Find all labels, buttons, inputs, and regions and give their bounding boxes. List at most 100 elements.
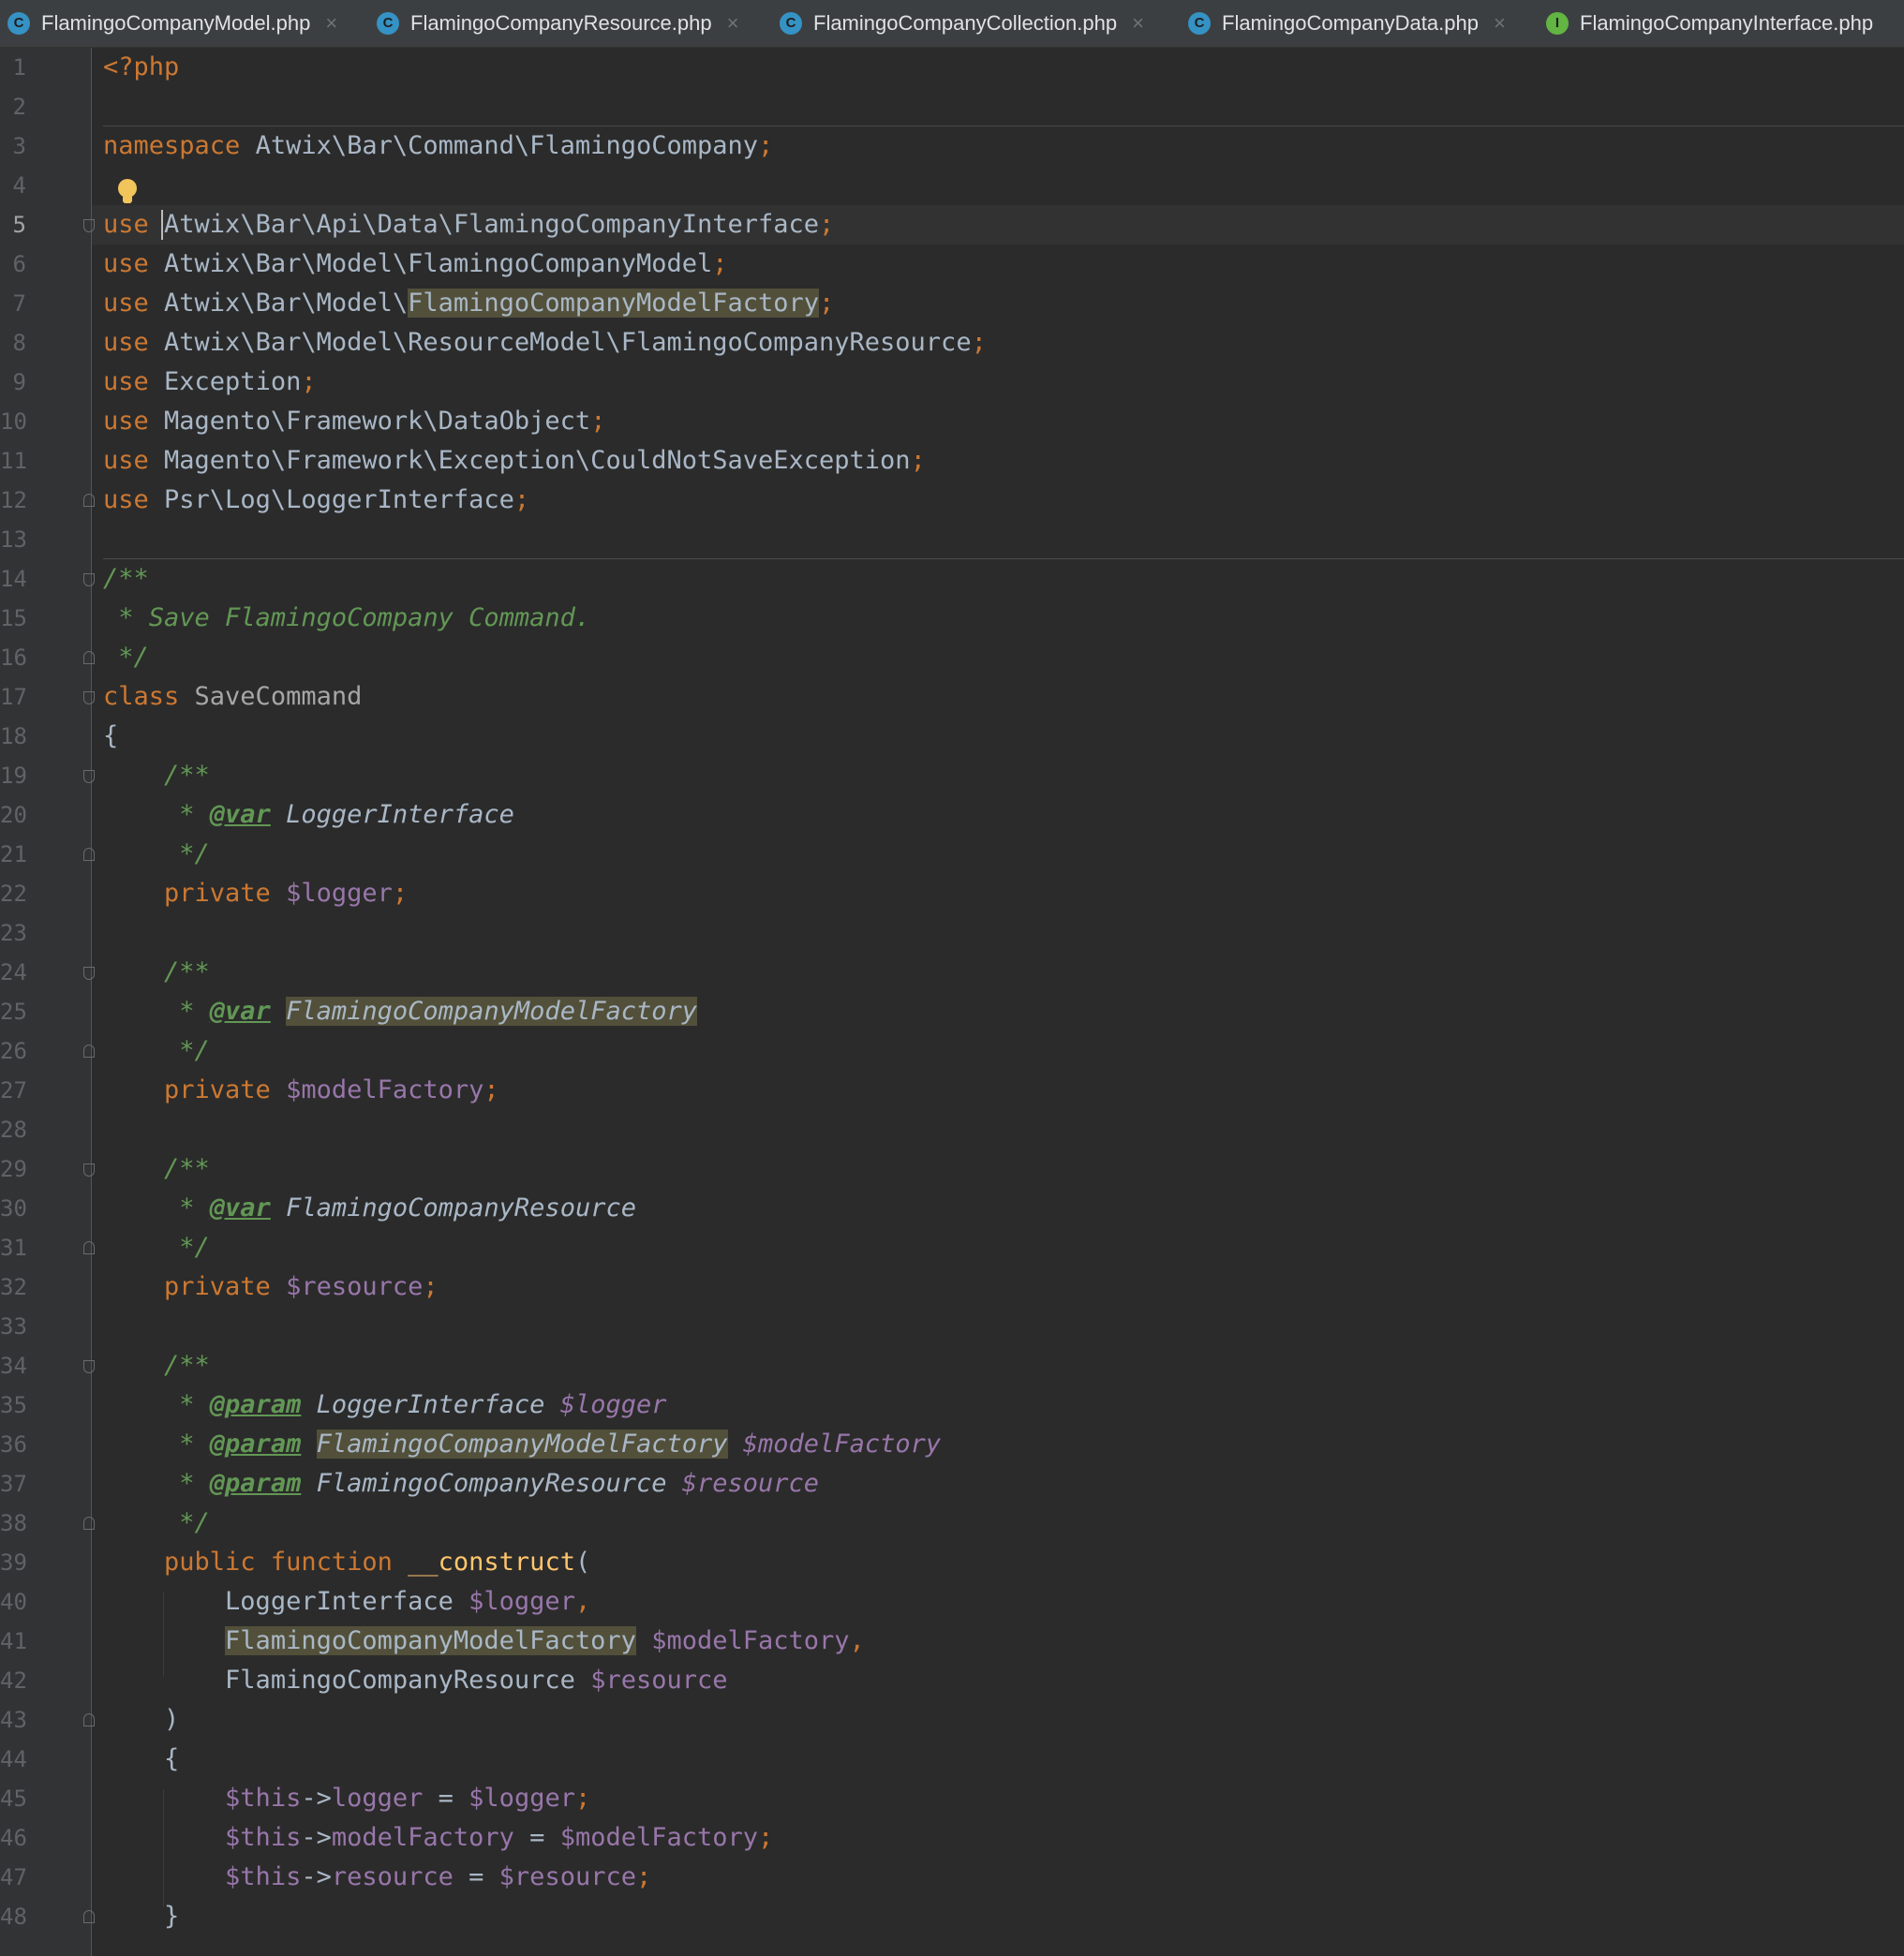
line-number: 4 <box>12 172 26 199</box>
doc-comment: * <box>103 1193 210 1222</box>
line-number: 23 <box>0 920 27 946</box>
property: logger <box>331 1784 424 1813</box>
line-number: 16 <box>0 645 27 671</box>
semicolon: ; <box>483 1075 499 1104</box>
editor-tab-bar: C FlamingoCompanyModel.php × C FlamingoC… <box>0 0 1904 48</box>
import-path: Exception <box>148 367 302 396</box>
close-icon[interactable]: × <box>1132 11 1144 36</box>
line-number: 33 <box>0 1313 27 1340</box>
tab-flamingo-company-resource[interactable]: C FlamingoCompanyResource.php × <box>377 0 738 47</box>
line-number: 38 <box>0 1510 27 1536</box>
code-line: */ <box>103 1228 1902 1267</box>
property: resource <box>331 1862 454 1891</box>
code-line: * @param LoggerInterface $logger <box>103 1386 1902 1425</box>
import-path: Atwix\Bar\Api\Data\FlamingoCompanyInterf… <box>148 210 820 239</box>
lightbulb-icon[interactable] <box>118 179 137 205</box>
keyword: use <box>103 249 149 278</box>
keyword: use <box>103 210 149 239</box>
tab-flamingo-company-collection[interactable]: C FlamingoCompanyCollection.php × <box>780 0 1144 47</box>
variable: $modelFactory <box>559 1823 759 1852</box>
code-line: */ <box>103 1504 1902 1543</box>
doc-comment: /** <box>103 1351 210 1380</box>
class-icon: C <box>1188 12 1211 35</box>
fold-toggle-icon[interactable] <box>83 1045 95 1058</box>
variable: $resource <box>286 1272 424 1301</box>
line-number: 46 <box>0 1825 27 1851</box>
line-number: 31 <box>0 1235 27 1261</box>
fold-toggle-icon[interactable] <box>83 1713 95 1726</box>
doc-type: LoggerInterface <box>316 1390 545 1419</box>
operator: = <box>453 1862 499 1891</box>
code-line: public function __construct( <box>103 1543 1902 1582</box>
code-line: /** <box>103 1346 1902 1386</box>
line-number: 25 <box>0 999 27 1025</box>
fold-toggle-icon[interactable] <box>83 651 95 664</box>
doc-comment: */ <box>103 1036 210 1065</box>
doc-variable: $modelFactory <box>742 1430 942 1459</box>
line-number: 22 <box>0 881 27 907</box>
line-number: 30 <box>0 1195 27 1222</box>
tab-flamingo-company-interface[interactable]: I FlamingoCompanyInterface.php <box>1546 0 1873 47</box>
doc-comment: * <box>103 1469 210 1498</box>
fold-toggle-icon[interactable] <box>83 967 95 980</box>
doc-comment: * Save FlamingoCompany Command. <box>103 603 591 632</box>
tab-flamingo-company-data[interactable]: C FlamingoCompanyData.php × <box>1188 0 1506 47</box>
doc-comment: /** <box>103 957 210 986</box>
line-number: 43 <box>0 1707 27 1733</box>
fold-toggle-icon[interactable] <box>83 1163 95 1177</box>
line-number: 3 <box>12 133 26 159</box>
tab-flamingo-company-model[interactable]: C FlamingoCompanyModel.php × <box>7 0 337 47</box>
close-icon[interactable]: × <box>325 11 337 36</box>
doc-comment: */ <box>103 839 210 868</box>
this-variable: $this <box>225 1862 302 1891</box>
tab-label: FlamingoCompanyModel.php <box>41 11 311 35</box>
doc-comment: * <box>103 1430 210 1459</box>
line-number: 2 <box>12 94 26 120</box>
doc-comment: * <box>103 997 210 1026</box>
variable: $resource <box>590 1666 728 1695</box>
code-line: */ <box>103 835 1902 874</box>
import-path: Magento\Framework\DataObject <box>148 407 591 436</box>
line-number: 8 <box>12 330 26 356</box>
semicolon: ; <box>819 210 835 239</box>
line-number: 35 <box>0 1392 27 1418</box>
code-line: use Psr\Log\LoggerInterface; <box>103 481 1902 520</box>
code-line: namespace Atwix\Bar\Command\FlamingoComp… <box>103 126 1902 166</box>
brace: { <box>103 1744 180 1773</box>
code-line: use Atwix\Bar\Model\FlamingoCompanyModel… <box>103 284 1902 323</box>
brace: } <box>103 1902 180 1931</box>
fold-toggle-icon[interactable] <box>83 848 95 861</box>
fold-toggle-icon[interactable] <box>83 573 95 586</box>
code-line: { <box>103 717 1902 756</box>
fold-toggle-icon[interactable] <box>83 691 95 704</box>
class-name: SaveCommand <box>179 682 363 711</box>
fold-toggle-icon[interactable] <box>83 1241 95 1254</box>
import-path: Atwix\Bar\Model\FlamingoCompanyModel <box>148 249 713 278</box>
operator: = <box>513 1823 560 1852</box>
fold-toggle-icon[interactable] <box>83 494 95 507</box>
fold-toggle-icon[interactable] <box>83 1517 95 1530</box>
fold-toggle-icon[interactable] <box>83 219 95 232</box>
line-number: 18 <box>0 723 27 749</box>
line-number: 20 <box>0 802 27 828</box>
doc-comment: */ <box>103 1508 210 1537</box>
semicolon: ; <box>712 249 728 278</box>
line-number: 32 <box>0 1274 27 1300</box>
fold-toggle-icon[interactable] <box>83 770 95 783</box>
highlighted-identifier: FlamingoCompanyModelFactory <box>225 1626 636 1655</box>
line-number: 39 <box>0 1549 27 1576</box>
close-icon[interactable]: × <box>1494 11 1506 36</box>
line-number: 6 <box>12 251 26 277</box>
fold-toggle-icon[interactable] <box>83 1910 95 1923</box>
close-icon[interactable]: × <box>727 11 739 36</box>
text-cursor <box>161 210 163 240</box>
line-number: 11 <box>0 448 27 474</box>
fold-toggle-icon[interactable] <box>83 1360 95 1373</box>
line-number: 34 <box>0 1353 27 1379</box>
code-line: FlamingoCompanyModelFactory $modelFactor… <box>103 1622 1902 1661</box>
code-line: $this->logger = $logger; <box>103 1779 1902 1818</box>
import-path: Psr\Log\LoggerInterface <box>148 485 514 514</box>
namespace-name: Atwix\Bar\Command\FlamingoCompany <box>240 131 758 160</box>
